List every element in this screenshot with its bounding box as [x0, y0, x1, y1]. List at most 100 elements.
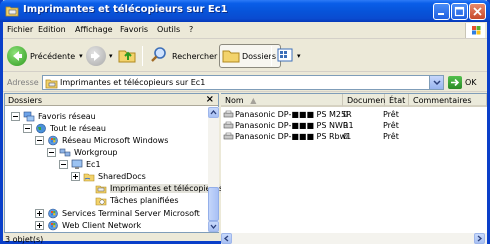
back-arrow-icon — [7, 46, 27, 66]
up-folder-button[interactable] — [118, 44, 136, 68]
column-comments-label: Commentaires — [413, 96, 472, 105]
scheduled-tasks-icon — [95, 195, 107, 206]
toolbar: Précédente ▾ ▾ Rechercher Dossiers ▾ — [3, 40, 487, 72]
column-status-label: État — [389, 96, 406, 105]
column-name-label: Nom — [225, 96, 244, 105]
back-button[interactable]: Précédente ▾ — [7, 44, 83, 68]
menu-favoris[interactable]: Favoris — [120, 25, 148, 34]
table-row[interactable]: Panasonic DP-■■■ PS Rbw1 0 Prêt — [221, 132, 487, 142]
search-icon — [149, 45, 169, 67]
title-bar[interactable]: Imprimantes et télécopieurs sur Ec1 — [0, 0, 490, 22]
scroll-up-icon[interactable] — [208, 107, 219, 118]
scrollbar-thumb[interactable] — [208, 187, 219, 221]
collapse-icon[interactable] — [23, 123, 32, 133]
tree-item[interactable]: Réseau Microsoft Windows — [35, 134, 168, 146]
menu-bar: Fichier Edition Affichage Favoris Outils… — [3, 22, 487, 39]
explorer-window: Imprimantes et télécopieurs sur Ec1 Fich… — [0, 0, 490, 244]
tree-item-label: Favoris réseau — [38, 111, 96, 121]
collapse-icon[interactable] — [47, 147, 56, 157]
address-label: Adresse — [7, 78, 39, 87]
printer-name: Panasonic DP-■■■ PS M25R — [235, 110, 352, 119]
column-comments[interactable]: Commentaires — [409, 94, 487, 107]
forward-dropdown-icon[interactable]: ▾ — [109, 52, 113, 60]
column-documents[interactable]: Documents — [343, 94, 393, 107]
search-label: Rechercher — [172, 51, 218, 61]
windows-network-icon — [47, 208, 59, 219]
folders-pane-title: Dossiers — [8, 96, 42, 105]
collapse-icon[interactable] — [59, 159, 68, 169]
scroll-right-icon[interactable] — [474, 233, 485, 244]
address-value: Imprimantes et télécopieurs sur Ec1 — [60, 78, 206, 87]
tree-item[interactable]: Ec1 — [59, 158, 101, 170]
windows-network-icon — [47, 135, 59, 146]
views-icon — [277, 47, 295, 65]
horizontal-scrollbar[interactable] — [221, 233, 487, 244]
tree-item[interactable]: Favoris réseau — [11, 110, 96, 122]
tree-item-label: SharedDocs — [98, 171, 146, 181]
views-button[interactable]: ▾ — [277, 44, 301, 68]
printer-name: Panasonic DP-■■■ PS NWR1 — [235, 121, 354, 130]
address-input[interactable]: Imprimantes et télécopieurs sur Ec1 — [42, 75, 444, 90]
collapse-icon[interactable] — [11, 111, 20, 121]
scroll-left-icon[interactable] — [221, 233, 232, 244]
search-button[interactable]: Rechercher — [149, 44, 217, 68]
column-name[interactable]: Nom ▲ — [221, 94, 343, 107]
tree-item-label: Workgroup — [74, 147, 118, 157]
globe-network-icon — [35, 123, 47, 134]
menu-fichier[interactable]: Fichier — [7, 25, 33, 34]
workgroup-icon — [59, 147, 71, 158]
status-text: 3 objet(s) — [5, 235, 44, 244]
maximize-button[interactable] — [451, 3, 468, 20]
go-button-label[interactable]: OK — [465, 78, 477, 87]
printer-documents: 0 — [343, 110, 349, 119]
folders-icon — [222, 47, 240, 65]
printer-status: Prêt — [383, 110, 399, 119]
windows-logo-icon — [465, 23, 485, 38]
tree-item-label: Web Client Network — [62, 220, 142, 230]
tree-item[interactable]: Workgroup — [47, 146, 118, 158]
scroll-down-icon[interactable] — [208, 221, 219, 232]
tree-item[interactable]: Imprimantes et télécopieurs — [83, 182, 224, 194]
minimize-button[interactable] — [433, 3, 450, 20]
tree-item[interactable]: Tâches planifiées — [83, 194, 179, 206]
printer-name: Panasonic DP-■■■ PS Rbw1 — [235, 132, 352, 141]
folders-pane-header: Dossiers × — [5, 94, 218, 106]
expand-icon[interactable] — [35, 220, 44, 230]
printer-documents: 0 — [343, 121, 349, 130]
tree-item-label: Réseau Microsoft Windows — [62, 135, 169, 145]
tree-item[interactable]: Services Terminal Server Microsoft — [35, 207, 200, 219]
tree-item[interactable]: Web Client Network — [35, 219, 141, 231]
tree-item-label: Tâches planifiées — [110, 195, 179, 205]
address-dropdown-icon[interactable] — [429, 76, 443, 89]
expand-icon[interactable] — [71, 171, 80, 181]
menu-outils[interactable]: Outils — [157, 25, 180, 34]
tree-item-label: Ec1 — [86, 159, 101, 169]
table-row[interactable]: Panasonic DP-■■■ PS M25R 0 Prêt — [221, 110, 487, 120]
expand-icon[interactable] — [35, 208, 44, 218]
printer-icon — [223, 121, 234, 130]
printers-folder-icon — [95, 183, 107, 194]
tree-item-label: Imprimantes et télécopieurs — [110, 183, 224, 193]
menu-affichage[interactable]: Affichage — [75, 25, 113, 34]
menu-help[interactable]: ? — [189, 25, 193, 34]
tree-item-label: Tout le réseau — [50, 123, 106, 133]
status-bar: 3 objet(s) — [3, 233, 221, 244]
file-list: Nom ▲ Documents État Commentaires Panaso… — [221, 93, 487, 233]
vertical-scrollbar[interactable] — [208, 107, 219, 232]
sort-ascending-icon: ▲ — [250, 96, 257, 105]
close-pane-icon[interactable]: × — [206, 94, 214, 105]
back-dropdown-icon[interactable]: ▾ — [79, 52, 83, 60]
windows-network-icon — [47, 220, 59, 231]
address-bar: Adresse Imprimantes et télécopieurs sur … — [3, 73, 487, 92]
table-row[interactable]: Panasonic DP-■■■ PS NWR1 0 Prêt — [221, 121, 487, 131]
column-status[interactable]: État — [385, 94, 409, 107]
tree-item[interactable]: Tout le réseau — [23, 122, 106, 134]
menu-edition[interactable]: Edition — [38, 25, 66, 34]
toolbar-separator — [142, 46, 143, 66]
tree-item[interactable]: SharedDocs — [71, 170, 146, 182]
back-label: Précédente — [30, 51, 76, 61]
collapse-icon[interactable] — [35, 135, 44, 145]
forward-button[interactable]: ▾ — [86, 44, 113, 68]
close-button[interactable] — [469, 3, 486, 20]
go-arrow-icon[interactable] — [448, 76, 462, 89]
